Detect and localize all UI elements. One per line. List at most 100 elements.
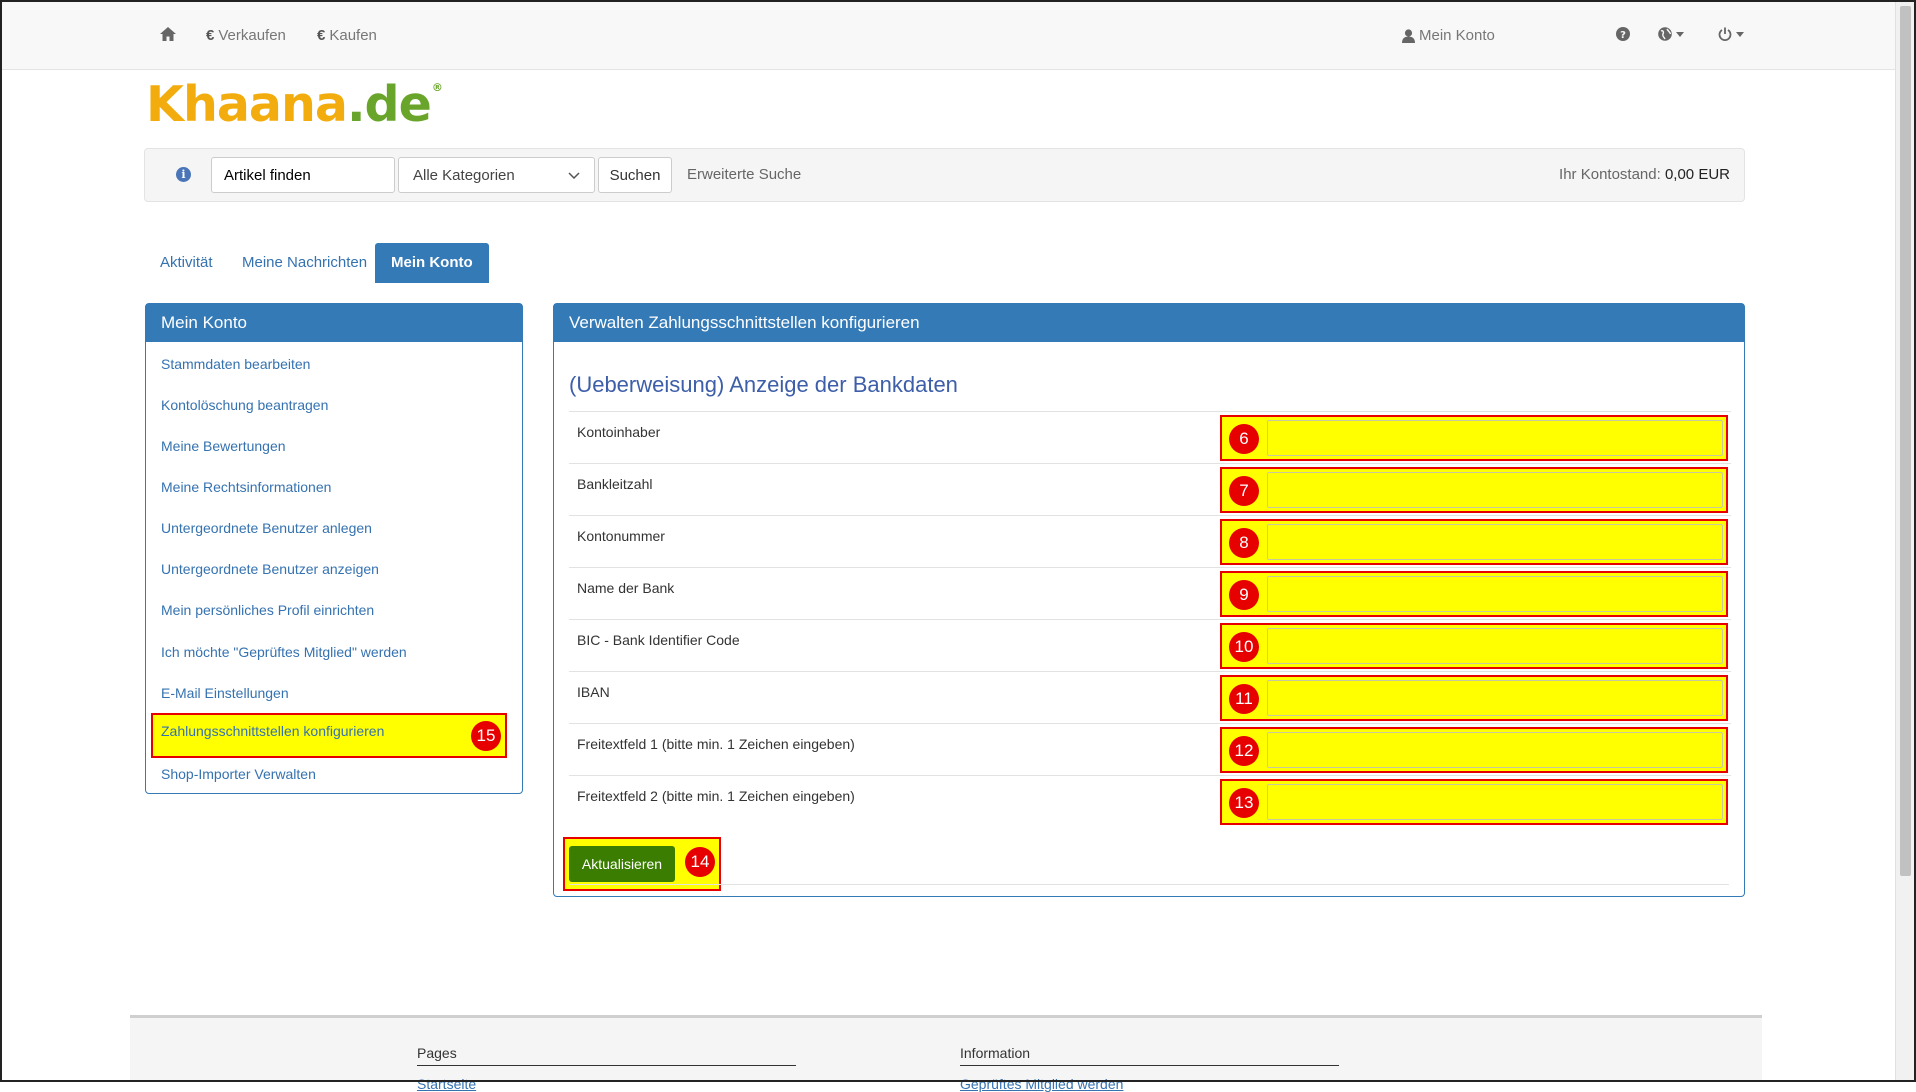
registered-mark: ® xyxy=(431,81,443,94)
field-label: Kontonummer xyxy=(577,528,665,544)
user-icon xyxy=(1402,28,1415,43)
footer-link-home[interactable]: Startseite xyxy=(417,1076,476,1092)
section-title: (Ueberweisung) Anzeige der Bankdaten xyxy=(569,372,958,397)
field-highlight: 7 xyxy=(1220,467,1728,513)
sidebar-item-shop-importer[interactable]: Shop-Importer Verwalten xyxy=(161,766,316,782)
update-highlight: Aktualisieren 14 xyxy=(563,837,721,891)
logo-domain: .de xyxy=(346,76,432,133)
bank-code-input[interactable] xyxy=(1267,472,1723,508)
sidebar-item-payment-interfaces[interactable]: Zahlungsschnittstellen konfigurieren 15 xyxy=(151,713,507,758)
globe-icon xyxy=(1658,27,1672,41)
free-text-2-input[interactable] xyxy=(1267,784,1723,820)
help-icon: ? xyxy=(1616,27,1630,41)
form-row: BIC - Bank Identifier Code 10 xyxy=(569,619,1731,671)
caret-down-icon xyxy=(1736,31,1744,37)
sidebar-item-show-subusers[interactable]: Untergeordnete Benutzer anzeigen xyxy=(161,561,379,577)
sidebar-item-profile[interactable]: Mein persönliches Profil einrichten xyxy=(161,602,374,618)
annotation-marker: 7 xyxy=(1229,476,1259,506)
field-highlight: 9 xyxy=(1220,571,1728,617)
annotation-marker: 14 xyxy=(685,847,715,877)
account-number-input[interactable] xyxy=(1267,524,1723,560)
info-icon[interactable]: i xyxy=(176,167,191,182)
field-highlight: 12 xyxy=(1220,727,1728,773)
buy-label: Kaufen xyxy=(329,27,377,44)
footer-pages-title: Pages xyxy=(417,1045,796,1066)
payment-settings-panel: Verwalten Zahlungsschnittstellen konfigu… xyxy=(553,303,1745,897)
site-logo[interactable]: Khaana.de® xyxy=(146,80,443,129)
advanced-search-link[interactable]: Erweiterte Suche xyxy=(687,166,801,183)
annotation-marker: 12 xyxy=(1229,736,1259,766)
tab-my-account[interactable]: Mein Konto xyxy=(375,243,489,283)
sidebar-item-verified-member[interactable]: Ich möchte "Geprüftes Mitglied" werden xyxy=(161,644,407,660)
free-text-1-input[interactable] xyxy=(1267,732,1723,768)
category-select-value: Alle Kategorien xyxy=(413,166,515,184)
field-highlight: 13 xyxy=(1220,779,1728,825)
footer: Pages Startseite Information Geprüftes M… xyxy=(130,1015,1762,1092)
account-balance: Ihr Kontostand: 0,00 EUR xyxy=(1559,166,1730,183)
bank-name-input[interactable] xyxy=(1267,576,1723,612)
search-button[interactable]: Suchen xyxy=(598,157,672,193)
account-link[interactable]: Mein Konto xyxy=(1402,27,1495,44)
tab-messages[interactable]: Meine Nachrichten xyxy=(226,243,383,283)
euro-icon: € xyxy=(317,27,326,44)
annotation-marker: 9 xyxy=(1229,580,1259,610)
field-label: IBAN xyxy=(577,684,610,700)
sell-label: Verkaufen xyxy=(218,27,286,44)
field-highlight: 11 xyxy=(1220,675,1728,721)
sidebar-item-master-data[interactable]: Stammdaten bearbeiten xyxy=(161,356,310,372)
field-label: Name der Bank xyxy=(577,580,675,596)
balance-label: Ihr Kontostand: xyxy=(1559,166,1661,183)
sidebar-item-ratings[interactable]: Meine Bewertungen xyxy=(161,438,286,454)
sidebar-title: Mein Konto xyxy=(146,304,522,342)
annotation-marker: 6 xyxy=(1229,424,1259,454)
logout-dropdown[interactable] xyxy=(1718,27,1744,41)
category-select[interactable]: Alle Kategorien xyxy=(398,157,595,193)
field-highlight: 10 xyxy=(1220,623,1728,669)
form-row: Bankleitzahl 7 xyxy=(569,463,1731,515)
annotation-marker: 10 xyxy=(1229,632,1259,662)
scrollbar-thumb[interactable] xyxy=(1900,6,1911,876)
sell-link[interactable]: € Verkaufen xyxy=(206,27,286,44)
iban-input[interactable] xyxy=(1267,680,1723,716)
field-highlight: 8 xyxy=(1220,519,1728,565)
sidebar-item-legal-info[interactable]: Meine Rechtsinformationen xyxy=(161,479,331,495)
annotation-marker: 13 xyxy=(1229,788,1259,818)
form-row: IBAN 11 xyxy=(569,671,1731,723)
buy-link[interactable]: € Kaufen xyxy=(317,27,377,44)
sidebar-item-email-settings[interactable]: E-Mail Einstellungen xyxy=(161,685,289,701)
bic-input[interactable] xyxy=(1267,628,1723,664)
annotation-marker: 11 xyxy=(1229,684,1259,714)
footer-link-verified-member[interactable]: Geprüftes Mitglied werden xyxy=(960,1076,1123,1092)
sidebar-panel: Mein Konto Stammdaten bearbeiten Kontolö… xyxy=(145,303,523,794)
footer-information-title: Information xyxy=(960,1045,1339,1066)
field-highlight: 6 xyxy=(1220,415,1728,461)
language-dropdown[interactable] xyxy=(1658,27,1684,41)
sidebar-item-create-subusers[interactable]: Untergeordnete Benutzer anlegen xyxy=(161,520,372,536)
panel-title: Verwalten Zahlungsschnittstellen konfigu… xyxy=(554,304,1744,342)
home-icon xyxy=(160,27,176,41)
euro-icon: € xyxy=(206,27,215,44)
search-input[interactable] xyxy=(211,157,395,193)
account-holder-input[interactable] xyxy=(1267,420,1723,456)
form-row: Kontonummer 8 xyxy=(569,515,1731,567)
form-row: Kontoinhaber 6 xyxy=(569,411,1731,463)
top-navbar: € Verkaufen € Kaufen Mein Konto ? xyxy=(2,2,1895,70)
field-label: Freitextfeld 2 (bitte min. 1 Zeichen ein… xyxy=(577,788,855,804)
home-link[interactable] xyxy=(160,27,176,41)
sidebar-item-account-deletion[interactable]: Kontolöschung beantragen xyxy=(161,397,328,413)
update-button[interactable]: Aktualisieren xyxy=(569,846,675,882)
caret-down-icon xyxy=(1676,31,1684,37)
sidebar-item-label: Zahlungsschnittstellen konfigurieren xyxy=(161,723,385,739)
vertical-scrollbar[interactable] xyxy=(1895,2,1914,1080)
search-bar: i Alle Kategorien Suchen Erweiterte Such… xyxy=(144,148,1745,202)
field-label: Kontoinhaber xyxy=(577,424,661,440)
field-label: Freitextfeld 1 (bitte min. 1 Zeichen ein… xyxy=(577,736,855,752)
help-button[interactable]: ? xyxy=(1616,27,1630,41)
account-label: Mein Konto xyxy=(1419,27,1495,44)
chevron-down-icon xyxy=(568,171,580,179)
form-row: Freitextfeld 1 (bitte min. 1 Zeichen ein… xyxy=(569,723,1731,775)
power-icon xyxy=(1718,27,1732,41)
annotation-marker: 15 xyxy=(471,721,501,751)
svg-text:?: ? xyxy=(1620,30,1626,41)
tab-activity[interactable]: Aktivität xyxy=(144,243,229,283)
